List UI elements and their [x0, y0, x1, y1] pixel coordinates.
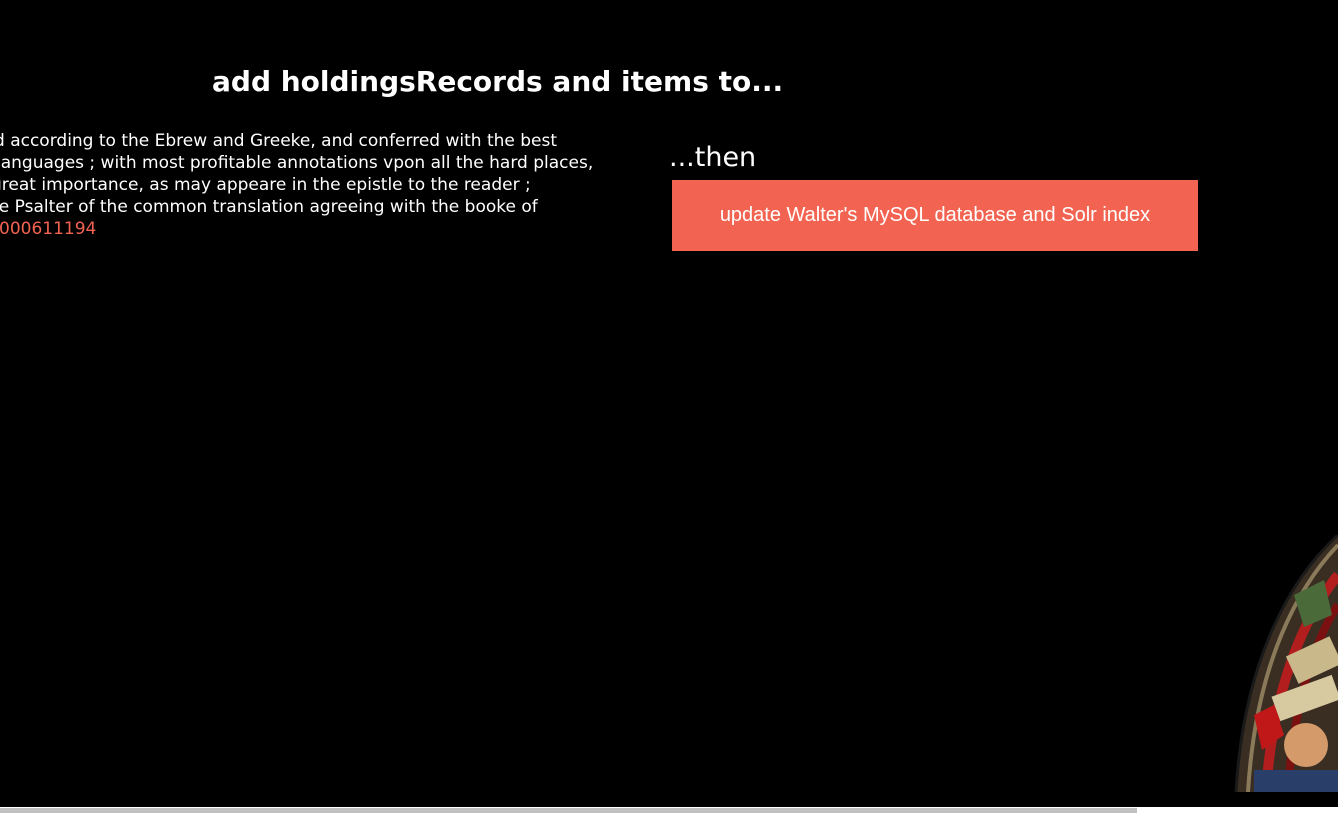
page: add holdingsRecords and items to... d ac… — [0, 0, 1338, 814]
record-line: d according to the Ebrew and Greeke, and… — [0, 131, 558, 151]
record-line: great importance, as may appeare in the … — [0, 175, 531, 195]
horizontal-scrollbar[interactable] — [0, 807, 1338, 814]
record-line: languages ; with most profitable annotat… — [0, 153, 594, 173]
record-line: he Psalter of the common translation agr… — [0, 197, 538, 217]
stained-glass-window-icon — [1234, 535, 1338, 792]
scrollbar-thumb[interactable] — [0, 808, 1137, 813]
record-description: d according to the Ebrew and Greeke, and… — [0, 130, 660, 240]
then-label: ...then — [669, 142, 757, 173]
record-id-link[interactable]: 000611194 — [0, 218, 659, 240]
page-heading: add holdingsRecords and items to... — [212, 65, 784, 98]
update-database-button[interactable]: update Walter's MySQL database and Solr … — [672, 180, 1198, 251]
